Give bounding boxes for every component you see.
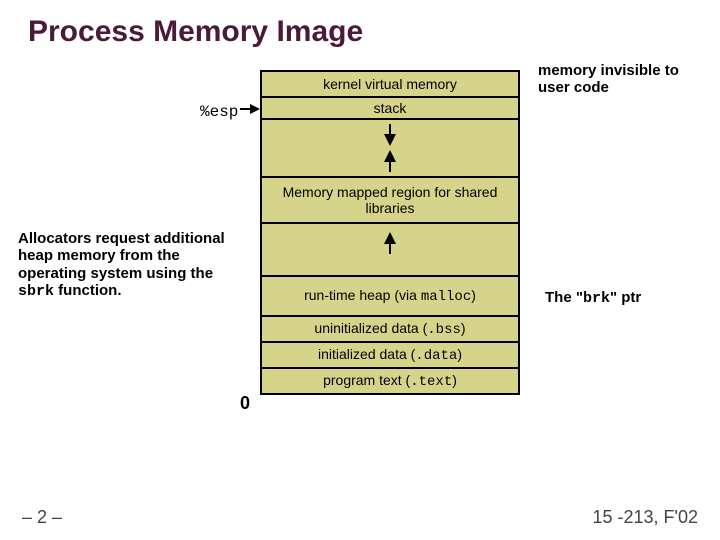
- block-stack: stack: [260, 96, 520, 120]
- zero-address-label: 0: [240, 393, 250, 414]
- block-data-label: initialized data (.data): [318, 346, 462, 364]
- block-kernel: kernel virtual memory: [260, 70, 520, 98]
- block-data: initialized data (.data): [260, 341, 520, 369]
- arrow-up-icon: [384, 150, 396, 172]
- annotation-memory-invisible: memory invisible to user code: [538, 62, 713, 97]
- block-gap-stack-mmap: [260, 118, 520, 178]
- page-title: Process Memory Image: [28, 15, 363, 49]
- esp-label: %esp: [200, 103, 238, 121]
- arrow-up-icon: [384, 232, 396, 254]
- annotation-allocators: Allocators request additional heap memor…: [18, 230, 248, 300]
- block-gap-mmap-heap: [260, 222, 520, 277]
- block-text-label: program text (.text): [323, 372, 457, 390]
- footer-course: 15 -213, F'02: [592, 507, 698, 528]
- block-stack-label: stack: [374, 100, 407, 116]
- block-bss-label: uninitialized data (.bss): [314, 320, 465, 338]
- arrow-down-icon: [384, 124, 396, 146]
- block-mmap: Memory mapped region for shared librarie…: [260, 176, 520, 224]
- block-bss: uninitialized data (.bss): [260, 315, 520, 343]
- footer-page-number: – 2 –: [22, 507, 62, 528]
- block-heap: run-time heap (via malloc): [260, 275, 520, 317]
- annotation-brk-ptr: The "brk" ptr: [545, 289, 641, 307]
- block-heap-label: run-time heap (via malloc): [304, 287, 476, 305]
- block-text: program text (.text): [260, 367, 520, 395]
- block-kernel-label: kernel virtual memory: [323, 76, 457, 92]
- memory-diagram: kernel virtual memory stack Memory mappe…: [260, 72, 520, 395]
- block-mmap-label: Memory mapped region for shared librarie…: [268, 184, 512, 216]
- esp-pointer-arrow: [240, 108, 260, 110]
